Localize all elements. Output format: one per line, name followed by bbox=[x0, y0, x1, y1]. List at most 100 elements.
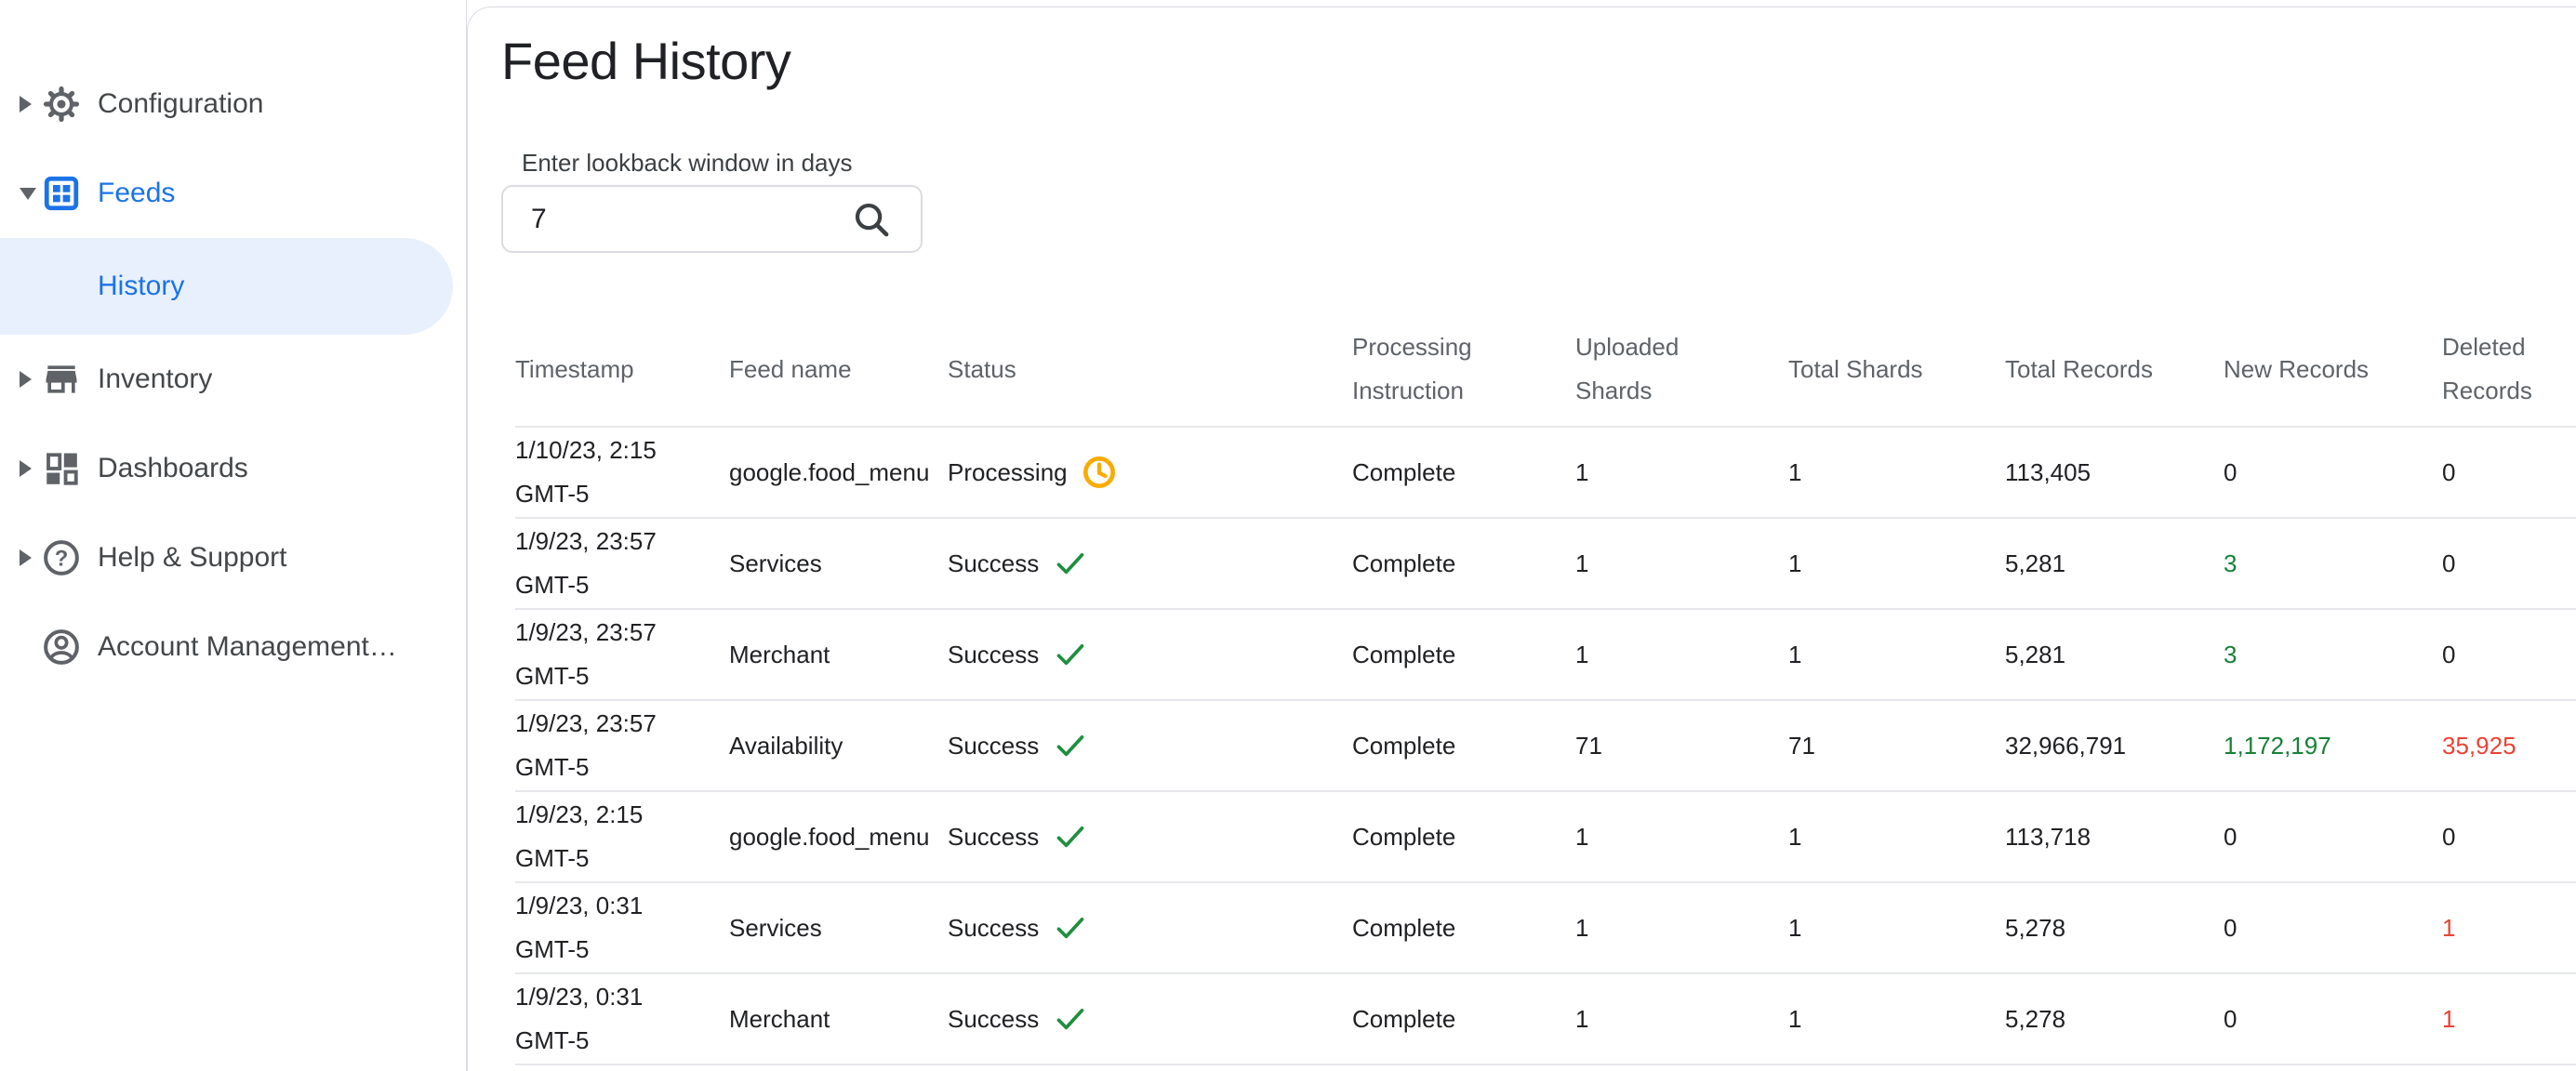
cell-status: Success bbox=[948, 998, 1352, 1041]
column-header-6: Total Records bbox=[2005, 354, 2153, 383]
cell-feed-name: google.food_menu bbox=[729, 457, 930, 486]
lookback-section: Enter lookback window in days 7 bbox=[501, 149, 2576, 253]
status-label: Success bbox=[948, 913, 1040, 942]
cell-deleted-records: 0 bbox=[2442, 549, 2456, 577]
cell-deleted-records: 0 bbox=[2442, 640, 2456, 668]
cell-timestamp: 1/9/23, 23:57 GMT-5 bbox=[515, 709, 657, 781]
cell-status: Success bbox=[948, 724, 1352, 768]
help-icon: ? bbox=[41, 537, 82, 578]
table-row: 1/9/23, 0:31 GMT-5 Merchant Success Comp… bbox=[515, 974, 2576, 1065]
cell-feed-name: google.food_menu bbox=[729, 822, 930, 851]
table-header-row: Timestamp Feed name Status Processing Instr… bbox=[515, 312, 2576, 428]
lookback-input-value[interactable]: 7 bbox=[531, 204, 850, 235]
table-row: 1/9/23, 23:57 GMT-5 Availability Success… bbox=[515, 701, 2576, 792]
cell-new-records: 0 bbox=[2224, 913, 2237, 942]
column-header-0: Timestamp bbox=[515, 354, 634, 383]
lookback-input[interactable]: 7 bbox=[501, 185, 923, 253]
check-icon bbox=[1052, 636, 1089, 673]
feed-history-table: Timestamp Feed name Status Processing Instr… bbox=[515, 312, 2576, 1065]
cell-total-shards: 1 bbox=[1788, 1004, 1802, 1033]
main-content: Feed History Enter lookback window in da… bbox=[467, 7, 2576, 1071]
sidebar-item-history[interactable]: History bbox=[0, 238, 453, 335]
cell-deleted-records: 0 bbox=[2442, 457, 2456, 486]
sidebar: Configuration Feeds History Inventory Da… bbox=[0, 0, 467, 1071]
status-label: Success bbox=[948, 731, 1040, 760]
gear-icon bbox=[41, 84, 82, 125]
storefront-icon bbox=[41, 359, 82, 400]
cell-processing-instruction: Complete bbox=[1352, 1004, 1456, 1033]
page-title: Feed History bbox=[501, 32, 791, 90]
sidebar-item-dashboards[interactable]: Dashboards bbox=[0, 424, 466, 513]
cell-status: Success bbox=[948, 542, 1352, 586]
chevron-down-icon bbox=[20, 187, 36, 200]
cell-uploaded-shards: 1 bbox=[1575, 822, 1589, 851]
cell-total-shards: 71 bbox=[1788, 731, 1815, 760]
dashboard-icon bbox=[41, 448, 82, 489]
cell-new-records: 0 bbox=[2224, 457, 2237, 486]
cell-processing-instruction: Complete bbox=[1352, 822, 1456, 851]
cell-status: Processing bbox=[948, 451, 1352, 495]
cell-total-shards: 1 bbox=[1788, 913, 1802, 942]
cell-total-records: 5,278 bbox=[2005, 1004, 2066, 1033]
status-label: Success bbox=[948, 549, 1040, 577]
column-header-7: New Records bbox=[2224, 354, 2370, 383]
sidebar-item-feeds[interactable]: Feeds bbox=[0, 149, 466, 238]
cell-timestamp: 1/9/23, 2:15 GMT-5 bbox=[515, 800, 644, 872]
sidebar-item-configuration[interactable]: Configuration bbox=[0, 60, 466, 149]
cell-deleted-records: 35,925 bbox=[2442, 731, 2516, 760]
cell-new-records: 1,172,197 bbox=[2224, 731, 2331, 760]
cell-new-records: 0 bbox=[2224, 1004, 2237, 1033]
table-body: 1/10/23, 2:15 GMT-5 google.food_menu Pro… bbox=[515, 428, 2576, 1065]
table-row: 1/9/23, 23:57 GMT-5 Services Success Com… bbox=[515, 519, 2576, 610]
column-header-4: Uploaded Shards bbox=[1575, 333, 1680, 404]
cell-uploaded-shards: 71 bbox=[1575, 731, 1602, 760]
sidebar-item-label: Dashboards bbox=[98, 453, 248, 483]
cell-new-records: 3 bbox=[2224, 549, 2237, 577]
sidebar-item-label: Help & Support bbox=[98, 542, 287, 573]
cell-feed-name: Merchant bbox=[729, 640, 830, 668]
search-icon[interactable] bbox=[850, 198, 893, 241]
cell-feed-name: Availability bbox=[729, 731, 843, 760]
cell-status: Success bbox=[948, 906, 1352, 950]
chevron-right-icon bbox=[20, 549, 32, 566]
cell-deleted-records: 1 bbox=[2442, 1004, 2456, 1033]
cell-deleted-records: 0 bbox=[2442, 822, 2456, 851]
sidebar-item-help-support[interactable]: ? Help & Support bbox=[0, 513, 466, 602]
table-row: 1/9/23, 0:31 GMT-5 Services Success Comp… bbox=[515, 883, 2576, 974]
column-header-2: Status bbox=[948, 354, 1016, 383]
cell-processing-instruction: Complete bbox=[1352, 549, 1456, 577]
table-row: 1/10/23, 2:15 GMT-5 google.food_menu Pro… bbox=[515, 428, 2576, 519]
table-row: 1/9/23, 2:15 GMT-5 google.food_menu Succ… bbox=[515, 792, 2576, 883]
table-row: 1/9/23, 23:57 GMT-5 Merchant Success Com… bbox=[515, 610, 2576, 701]
status-label: Success bbox=[948, 640, 1040, 668]
chevron-right-icon bbox=[20, 371, 32, 388]
cell-total-records: 32,966,791 bbox=[2005, 731, 2127, 760]
column-header-1: Feed name bbox=[729, 354, 852, 383]
cell-uploaded-shards: 1 bbox=[1575, 640, 1589, 668]
cell-uploaded-shards: 1 bbox=[1575, 549, 1589, 577]
cell-timestamp: 1/9/23, 0:31 GMT-5 bbox=[515, 983, 644, 1054]
cell-timestamp: 1/10/23, 2:15 GMT-5 bbox=[515, 436, 657, 508]
account-icon bbox=[41, 627, 82, 668]
cell-deleted-records: 1 bbox=[2442, 913, 2456, 942]
svg-text:?: ? bbox=[55, 546, 69, 571]
cell-total-records: 5,281 bbox=[2005, 549, 2066, 577]
cell-new-records: 0 bbox=[2224, 822, 2237, 851]
column-header-5: Total Shards bbox=[1788, 354, 1923, 383]
cell-total-records: 5,281 bbox=[2005, 640, 2066, 668]
cell-uploaded-shards: 1 bbox=[1575, 457, 1589, 486]
sidebar-item-label: Configuration bbox=[98, 88, 264, 119]
sidebar-item-account-management[interactable]: Account Management… bbox=[0, 602, 466, 692]
check-icon bbox=[1052, 727, 1089, 764]
cell-total-shards: 1 bbox=[1788, 640, 1802, 668]
sidebar-item-label: History bbox=[98, 271, 185, 301]
cell-new-records: 3 bbox=[2224, 640, 2237, 668]
cell-status: Success bbox=[948, 633, 1352, 677]
sidebar-item-label: Feeds bbox=[98, 178, 176, 208]
sidebar-item-inventory[interactable]: Inventory bbox=[0, 335, 466, 424]
check-icon bbox=[1052, 909, 1089, 946]
chevron-right-icon bbox=[20, 460, 32, 477]
cell-total-records: 5,278 bbox=[2005, 913, 2066, 942]
cell-processing-instruction: Complete bbox=[1352, 731, 1456, 760]
cell-total-records: 113,405 bbox=[2005, 457, 2091, 486]
